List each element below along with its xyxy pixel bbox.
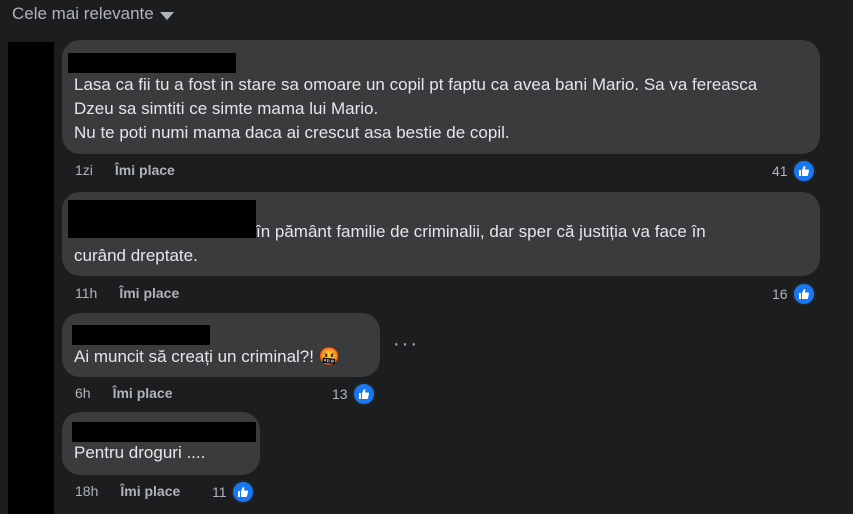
comment-actions: 11h Îmi place [75, 285, 179, 301]
comment-bubble: Pentru droguri .... [62, 412, 260, 475]
like-button[interactable]: Îmi place [119, 285, 179, 301]
like-button[interactable]: Îmi place [113, 385, 173, 401]
comment-time[interactable]: 11h [75, 285, 97, 301]
comment-bubble: Ai muncit să creați un criminal?! 🤬 [62, 313, 380, 377]
thumbs-up-icon [230, 480, 255, 504]
reaction-count[interactable]: 41 [772, 159, 816, 183]
like-button[interactable]: Îmi place [120, 483, 180, 499]
comment-bubble: Lasa ca fii tu a fost in stare sa omoare… [62, 40, 820, 154]
comment-actions: 6h Îmi place [75, 385, 173, 401]
comment-bubble: în pământ familie de criminalii, dar spe… [62, 192, 820, 276]
comment-time[interactable]: 6h [75, 385, 91, 401]
thumbs-up-icon [791, 282, 816, 306]
comment-text: Pentru droguri .... [74, 443, 206, 462]
reaction-count-value: 41 [772, 163, 788, 179]
comment-time[interactable]: 18h [75, 483, 98, 499]
like-button[interactable]: Îmi place [115, 162, 175, 178]
thumbs-up-icon [791, 159, 816, 183]
reaction-count-value: 13 [332, 386, 348, 402]
redacted-author-name [72, 422, 256, 442]
reaction-count-value: 16 [772, 286, 788, 302]
reaction-count[interactable]: 11 [212, 480, 255, 504]
sort-dropdown[interactable]: Cele mai relevante [12, 4, 174, 24]
redacted-author-name [68, 53, 236, 73]
reaction-count[interactable]: 13 [332, 382, 376, 406]
redacted-avatar-column [8, 42, 54, 514]
comment-text: în pământ familie de criminalii, dar spe… [74, 222, 706, 265]
sort-label: Cele mai relevante [12, 4, 154, 23]
reaction-count[interactable]: 16 [772, 282, 816, 306]
redacted-author-name [72, 325, 210, 345]
more-options-button[interactable]: ··· [393, 333, 419, 356]
comment-time[interactable]: 1zi [75, 162, 93, 178]
thumbs-up-icon [351, 382, 376, 406]
comment-text: Lasa ca fii tu a fost in stare sa omoare… [74, 75, 758, 142]
comment-actions: 1zi Îmi place [75, 162, 175, 178]
comment-text: Ai muncit să creați un criminal?! 🤬 [74, 347, 340, 366]
reaction-count-value: 11 [212, 484, 227, 500]
chevron-down-icon [159, 11, 174, 20]
comment-actions: 18h Îmi place [75, 483, 180, 499]
